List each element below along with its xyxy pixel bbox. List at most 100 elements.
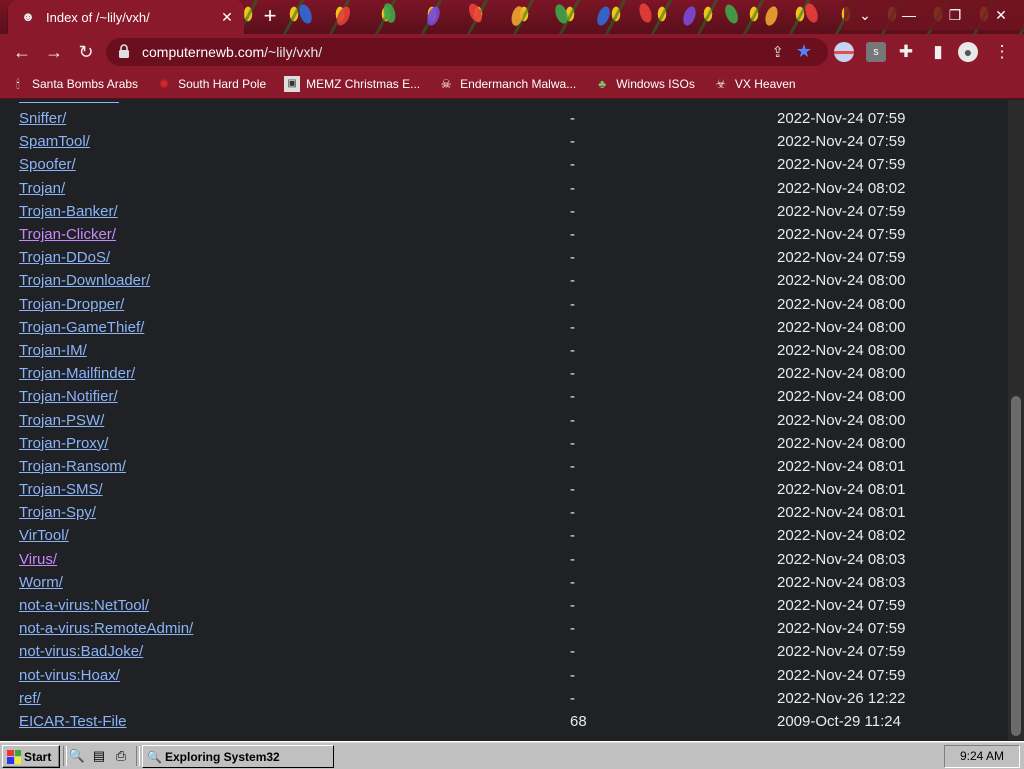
table-row: Trojan-PSW/ - 2022-Nov-24 08:00 <box>10 408 905 431</box>
entry-link[interactable]: Trojan-Dropper/ <box>19 296 124 313</box>
size-cell: - <box>570 550 575 568</box>
extension-s-icon[interactable]: s <box>866 42 886 62</box>
minimize-button[interactable]: — <box>886 0 932 30</box>
size-cell: - <box>570 597 575 615</box>
name-cell: VirTool/ <box>10 524 561 547</box>
previous-row-cut-off <box>19 100 119 103</box>
entry-link[interactable]: Trojan-IM/ <box>19 342 87 359</box>
menu-kebab-icon[interactable]: ⋮ <box>990 40 1014 64</box>
window-close-button[interactable]: ✕ <box>978 0 1024 30</box>
printer-quicklaunch-icon[interactable]: ⎙ <box>112 747 130 765</box>
active-tab[interactable]: ☻ Index of /~lily/vxh/ ✕ <box>8 0 244 34</box>
table-row: Trojan-Clicker/ - 2022-Nov-24 07:59 <box>10 223 905 246</box>
name-cell: Trojan-Mailfinder/ <box>10 362 561 385</box>
bookmark-star-icon[interactable]: ★ <box>796 41 812 62</box>
name-cell: ref/ <box>10 687 561 710</box>
size-cell: - <box>570 202 575 220</box>
entry-link[interactable]: ref/ <box>19 690 41 707</box>
table-row: Trojan-Mailfinder/ - 2022-Nov-24 08:00 <box>10 362 905 385</box>
name-cell: not-a-virus:NetTool/ <box>10 594 561 617</box>
entry-link[interactable]: Trojan-Downloader/ <box>19 272 150 289</box>
entry-link[interactable]: Worm/ <box>19 574 63 591</box>
modified-date-cell: 2022-Nov-24 08:00 <box>777 318 906 336</box>
table-row: ref/ - 2022-Nov-26 12:22 <box>10 687 905 710</box>
tab-close-icon[interactable]: ✕ <box>216 9 238 26</box>
vertical-scrollbar[interactable] <box>1008 100 1024 740</box>
tab-search-chevron-icon[interactable]: ⌄ <box>844 0 886 30</box>
bookmark-label: Endermanch Malwa... <box>460 77 577 91</box>
modified-date-cell: 2022-Nov-24 08:00 <box>777 365 906 383</box>
name-cell: Virus/ <box>10 548 561 571</box>
scrollbar-thumb[interactable] <box>1011 396 1021 736</box>
entry-link[interactable]: Trojan-Clicker/ <box>19 226 116 243</box>
restore-button[interactable]: ❐ <box>932 0 978 30</box>
extensions-puzzle-icon[interactable]: ✚ <box>894 40 918 64</box>
back-button[interactable]: ← <box>10 40 34 64</box>
start-button[interactable]: Start <box>2 745 60 768</box>
modified-date-cell: 2022-Nov-24 08:00 <box>777 295 906 313</box>
table-row: Trojan-Notifier/ - 2022-Nov-24 08:00 <box>10 385 905 408</box>
modified-date-cell: 2022-Nov-24 07:59 <box>777 110 906 128</box>
entry-link[interactable]: Trojan-Spy/ <box>19 504 96 521</box>
size-cell: - <box>570 643 575 661</box>
bookmark-item[interactable]: ♣ Windows ISOs <box>594 76 695 92</box>
entry-link[interactable]: Trojan/ <box>19 180 65 197</box>
bookmark-label: Windows ISOs <box>616 77 695 91</box>
explorer-quicklaunch-icon[interactable]: 🔍 <box>68 747 86 765</box>
profile-avatar-icon[interactable]: ● <box>958 42 978 62</box>
table-row: not-a-virus:NetTool/ - 2022-Nov-24 07:59 <box>10 594 905 617</box>
entry-link[interactable]: Trojan-Notifier/ <box>19 388 118 405</box>
extension-flag-icon[interactable] <box>834 42 854 62</box>
entry-link[interactable]: VirTool/ <box>19 527 69 544</box>
entry-link[interactable]: Trojan-Proxy/ <box>19 435 108 452</box>
new-tab-button[interactable]: + <box>258 5 282 29</box>
reload-button[interactable]: ↻ <box>74 40 98 64</box>
entry-link[interactable]: Trojan-Banker/ <box>19 203 118 220</box>
url-text: computernewb.com/~lily/vxh/ <box>142 44 322 60</box>
entry-link[interactable]: not-a-virus:RemoteAdmin/ <box>19 620 193 637</box>
entry-link[interactable]: Trojan-SMS/ <box>19 481 103 498</box>
taskbar-window-button[interactable]: 🔍 Exploring System32 <box>142 745 334 768</box>
bookmark-item[interactable]: ☣ VX Heaven <box>713 76 796 92</box>
modified-date-cell: 2009-Oct-29 11:24 <box>777 712 901 730</box>
address-bar[interactable]: computernewb.com/~lily/vxh/ ⇪ ★ <box>106 38 828 66</box>
entry-link[interactable]: Trojan-Ransom/ <box>19 458 126 475</box>
modified-date-cell: 2022-Nov-24 08:03 <box>777 550 906 568</box>
bookmark-item[interactable]: ✺ South Hard Pole <box>156 76 266 92</box>
modified-date-cell: 2022-Nov-24 08:01 <box>777 504 906 522</box>
entry-link[interactable]: not-virus:Hoax/ <box>19 667 120 684</box>
entry-link[interactable]: Virus/ <box>19 551 57 568</box>
name-cell: SpamTool/ <box>10 130 561 153</box>
bookmark-label: MEMZ Christmas E... <box>306 77 421 91</box>
entry-link[interactable]: Trojan-GameThief/ <box>19 319 144 336</box>
candle-icon: 🕯 <box>16 77 20 91</box>
entry-link[interactable]: not-virus:BadJoke/ <box>19 643 143 660</box>
size-cell: - <box>570 620 575 638</box>
entry-link[interactable]: not-a-virus:NetTool/ <box>19 597 149 614</box>
side-panel-icon[interactable]: ▮ <box>926 40 950 64</box>
tab-favicon-icon: ☻ <box>21 9 35 24</box>
size-cell: - <box>570 341 575 359</box>
explorer-window-icon: 🔍 <box>147 749 162 764</box>
entry-link[interactable]: EICAR-Test-File <box>19 713 127 730</box>
document-quicklaunch-icon[interactable]: ▤ <box>90 747 108 765</box>
entry-link[interactable]: Trojan-PSW/ <box>19 412 104 429</box>
name-cell: not-virus:Hoax/ <box>10 664 561 687</box>
tab-strip: ☻ Index of /~lily/vxh/ ✕ + ⌄ — ❐ ✕ <box>0 0 1024 34</box>
entry-link[interactable]: Trojan-DDoS/ <box>19 249 110 266</box>
light-bulb-decoration <box>424 4 443 28</box>
bookmark-item[interactable]: ▣ MEMZ Christmas E... <box>284 76 420 92</box>
modified-date-cell: 2022-Nov-24 07:59 <box>777 226 906 244</box>
bookmark-item[interactable]: 🕯 Santa Bombs Arabs <box>10 76 138 92</box>
light-bulb-decoration <box>802 1 821 25</box>
entry-link[interactable]: Sniffer/ <box>19 110 66 127</box>
bookmark-item[interactable]: ☠ Endermanch Malwa... <box>438 76 576 92</box>
name-cell: Trojan-Dropper/ <box>10 293 561 316</box>
entry-link[interactable]: Spoofer/ <box>19 156 76 173</box>
name-cell: Trojan-IM/ <box>10 339 561 362</box>
entry-link[interactable]: SpamTool/ <box>19 133 90 150</box>
url-host: computernewb.com <box>142 44 265 60</box>
entry-link[interactable]: Trojan-Mailfinder/ <box>19 365 135 382</box>
share-icon[interactable]: ⇪ <box>771 43 784 61</box>
forward-button[interactable]: → <box>42 40 66 64</box>
